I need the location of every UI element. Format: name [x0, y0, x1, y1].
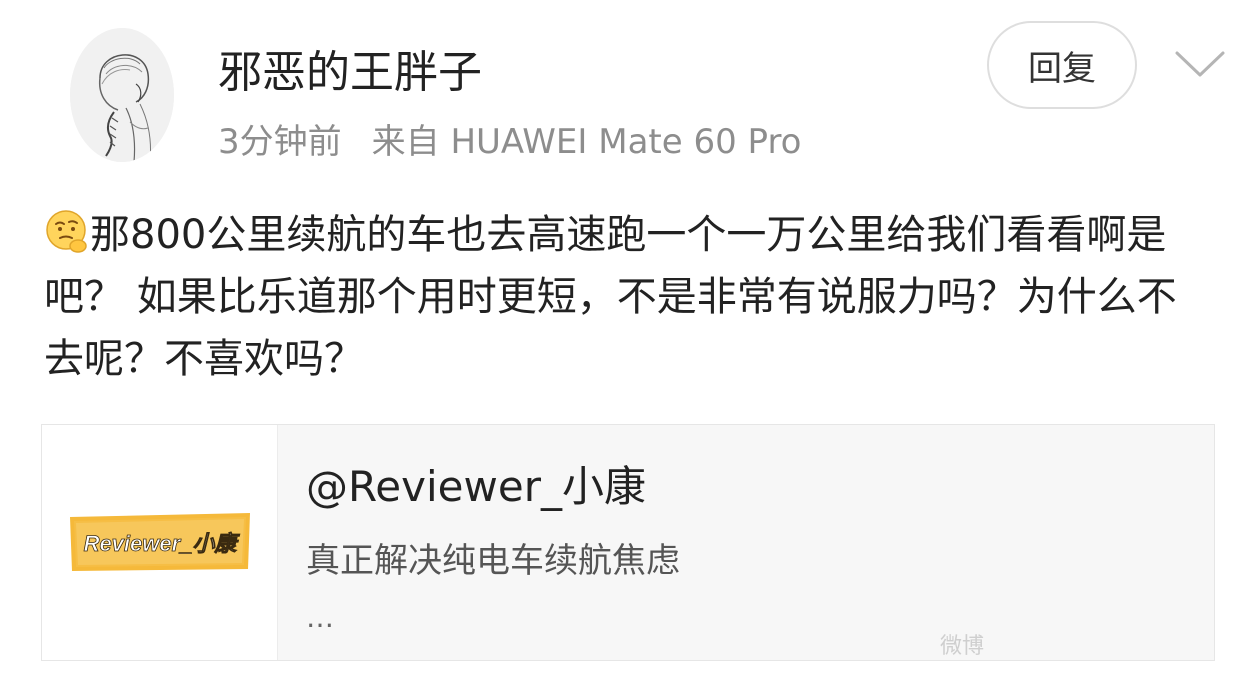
post-source: 来自 HUAWEI Mate 60 Pro: [371, 122, 802, 162]
card-ellipsis: …: [306, 601, 338, 634]
card-thumbnail: Reviewer_小康: [42, 425, 278, 660]
reply-button[interactable]: 回复: [987, 21, 1137, 109]
avatar-sketch-image: [70, 28, 174, 162]
chevron-down-icon[interactable]: [1172, 42, 1228, 86]
linked-profile-card[interactable]: Reviewer_小康 @Reviewer_小康 真正解决纯电车续航焦虑 …: [41, 424, 1215, 661]
thinking-face-icon: [44, 208, 90, 254]
card-title[interactable]: @Reviewer_小康: [306, 453, 646, 514]
user-avatar[interactable]: [70, 28, 174, 162]
post-meta: 3分钟前 来自 HUAWEI Mate 60 Pro: [218, 114, 801, 163]
reviewer-logo-image: Reviewer_小康: [70, 513, 250, 571]
post-time: 3分钟前: [218, 122, 342, 162]
svg-text:Reviewer_小康: Reviewer_小康: [84, 531, 241, 556]
post-text-block: 那800公里续航的车也去高速跑一个一万公里给我们看看啊是吧？ 如果比乐道那个用时…: [44, 204, 1214, 390]
post-text: 那800公里续航的车也去高速跑一个一万公里给我们看看啊是吧？ 如果比乐道那个用时…: [44, 212, 1177, 382]
watermark: 微博: [940, 634, 985, 659]
username[interactable]: 邪恶的王胖子: [218, 36, 482, 100]
card-description: 真正解决纯电车续航焦虑: [306, 541, 680, 581]
